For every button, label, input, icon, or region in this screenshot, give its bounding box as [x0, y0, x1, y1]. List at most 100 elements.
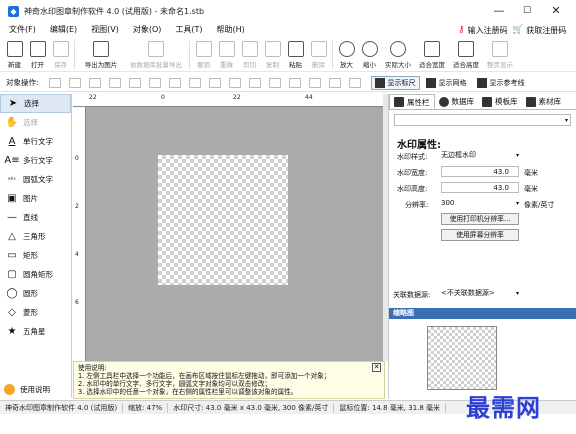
- toggle-show-grid[interactable]: 显示网格: [422, 76, 471, 90]
- align-right-icon[interactable]: [88, 77, 101, 88]
- align-bottom-icon[interactable]: [148, 77, 161, 88]
- chevron-down-icon: ▾: [515, 200, 519, 207]
- lock-icon[interactable]: [328, 77, 341, 88]
- key-icon: ⚷: [458, 25, 465, 35]
- distribute-h-icon[interactable]: [168, 77, 181, 88]
- right-panel: 属性栏 数据库 模板库 素材库 ▾ 水印属性: 水印样式: 无边框水印 ▾ 水印宽…: [388, 94, 576, 399]
- redo-icon: [218, 41, 235, 57]
- distribute-v-icon[interactable]: [188, 77, 201, 88]
- copy-button[interactable]: 复制: [261, 38, 284, 72]
- tool-arc-text[interactable]: ᵃᵇᶜ 圆弧文字: [0, 170, 71, 189]
- fit-page-button[interactable]: 整页显示: [483, 38, 517, 72]
- width-field[interactable]: 43.0: [441, 166, 519, 177]
- object-operations-bar: 对象操作: 显示标尺 显示网格 显示参考线: [0, 74, 576, 92]
- use-screen-dpi-button[interactable]: 使用屏幕分辨率: [441, 229, 519, 241]
- batch-export-button[interactable]: 依数据库批量导出: [125, 38, 187, 72]
- tool-diamond[interactable]: ◇ 菱形: [0, 303, 71, 322]
- register-link[interactable]: ⚷ 输入注册码: [458, 22, 508, 38]
- align-center-icon[interactable]: [68, 77, 81, 88]
- tool-rect[interactable]: ▭ 矩形: [0, 246, 71, 265]
- buy-link[interactable]: 🛒 获取注册码: [512, 22, 566, 38]
- template-icon: [482, 96, 492, 107]
- open-button[interactable]: 打开: [26, 38, 49, 72]
- help-close-button[interactable]: ✕: [372, 363, 381, 372]
- object-selector[interactable]: [394, 114, 571, 126]
- new-button[interactable]: 新建: [3, 38, 26, 72]
- dpi-select[interactable]: 300 ▾: [441, 198, 519, 209]
- rounded-rectangle-icon: ▢: [7, 269, 17, 280]
- toolbar-divider: [332, 41, 333, 69]
- same-width-icon[interactable]: [208, 77, 221, 88]
- save-button[interactable]: 保存: [49, 38, 72, 72]
- watermark-style-select[interactable]: 无边框水印 ▾: [441, 150, 519, 161]
- menu-edit[interactable]: 编辑(E): [43, 22, 84, 38]
- cut-button[interactable]: 剪切: [238, 38, 261, 72]
- align-left-icon[interactable]: [48, 77, 61, 88]
- cart-icon: 🛒: [512, 25, 524, 35]
- copy-icon: [264, 41, 281, 57]
- minimize-button[interactable]: —: [487, 3, 511, 19]
- properties-icon: [394, 97, 404, 107]
- menu-view[interactable]: 视图(V): [84, 22, 126, 38]
- delete-button[interactable]: 删除: [307, 38, 330, 72]
- actual-size-button[interactable]: 实际大小: [381, 38, 415, 72]
- toggle-show-guides[interactable]: 显示参考线: [473, 76, 529, 90]
- tool-stamp-select[interactable]: ✋ 选择: [0, 113, 71, 132]
- status-app: 神奇水印图章制作软件 4.0 (试用版): [0, 402, 124, 413]
- zoom-in-button[interactable]: 放大: [335, 38, 358, 72]
- tool-rounded-rect[interactable]: ▢ 圆角矩形: [0, 265, 71, 284]
- undo-button[interactable]: 撤销: [192, 38, 215, 72]
- object-ops-label: 对象操作:: [6, 78, 39, 87]
- height-field[interactable]: 43.0: [441, 182, 519, 193]
- zoom-out-button[interactable]: 缩小: [358, 38, 381, 72]
- menu-file[interactable]: 文件(F): [2, 22, 43, 38]
- tab-properties[interactable]: 属性栏: [389, 94, 435, 109]
- tab-database[interactable]: 数据库: [435, 94, 479, 109]
- bring-front-icon[interactable]: [248, 77, 261, 88]
- tool-multi-text[interactable]: A≡ 多行文字: [0, 151, 71, 170]
- lightbulb-icon: [4, 383, 15, 395]
- ungroup-icon[interactable]: [308, 77, 321, 88]
- menu-help[interactable]: 帮助(H): [210, 22, 252, 38]
- tool-star[interactable]: ★ 五角星: [0, 322, 71, 341]
- use-printer-dpi-button[interactable]: 使用打印机分辨率...: [441, 213, 519, 225]
- align-middle-icon[interactable]: [128, 77, 141, 88]
- watermark-props-title: 水印属性:: [397, 140, 441, 151]
- text-icon: A: [8, 136, 16, 147]
- align-top-icon[interactable]: [108, 77, 121, 88]
- tool-triangle[interactable]: △ 三角形: [0, 227, 71, 246]
- same-height-icon[interactable]: [228, 77, 241, 88]
- tab-templates[interactable]: 模板库: [478, 94, 522, 109]
- datasource-select[interactable]: <不关联数据源> ▾: [441, 288, 519, 299]
- pointer-icon: ➤: [8, 98, 18, 109]
- send-back-icon[interactable]: [268, 77, 281, 88]
- redo-button[interactable]: 重做: [215, 38, 238, 72]
- toolbar-divider: [74, 41, 75, 69]
- fit-width-icon: [424, 41, 440, 57]
- tab-materials[interactable]: 素材库: [522, 94, 566, 109]
- chevron-down-icon: ▾: [515, 152, 519, 159]
- tool-select[interactable]: ➤ 选择: [0, 94, 71, 113]
- tool-ellipse[interactable]: ◯ 圆形: [0, 284, 71, 303]
- maximize-button[interactable]: ☐: [515, 3, 539, 19]
- tool-single-text[interactable]: A 单行文字: [0, 132, 71, 151]
- fit-width-button[interactable]: 适合宽度: [415, 38, 449, 72]
- tool-image[interactable]: ▣ 图片: [0, 189, 71, 208]
- tool-line[interactable]: — 直线: [0, 208, 71, 227]
- paste-button[interactable]: 粘贴: [284, 38, 307, 72]
- fit-height-button[interactable]: 适合高度: [449, 38, 483, 72]
- export-image-button[interactable]: 导出为图片: [77, 38, 125, 72]
- magnifier-icon: [390, 41, 406, 57]
- toggle-show-ruler[interactable]: 显示标尺: [370, 75, 420, 90]
- menu-tools[interactable]: 工具(T): [168, 22, 209, 38]
- tool-panel: ➤ 选择 ✋ 选择 A 单行文字 A≡ 多行文字 ᵃᵇᶜ 圆弧文字 ▣ 图片 — 直线 △ 三角…: [0, 94, 72, 398]
- thumbnail-header: 缩略图: [389, 308, 576, 319]
- close-button[interactable]: ✕: [544, 3, 568, 19]
- watermark-document[interactable]: [158, 155, 288, 285]
- help-button[interactable]: 使用说明: [4, 381, 70, 397]
- menu-object[interactable]: 对象(O): [126, 22, 169, 38]
- flip-icon[interactable]: [348, 77, 361, 88]
- status-size: 水印尺寸: 43.0 毫米 x 43.0 毫米, 300 像素/英寸: [168, 402, 335, 413]
- rectangle-icon: ▭: [7, 250, 17, 261]
- group-icon[interactable]: [288, 77, 301, 88]
